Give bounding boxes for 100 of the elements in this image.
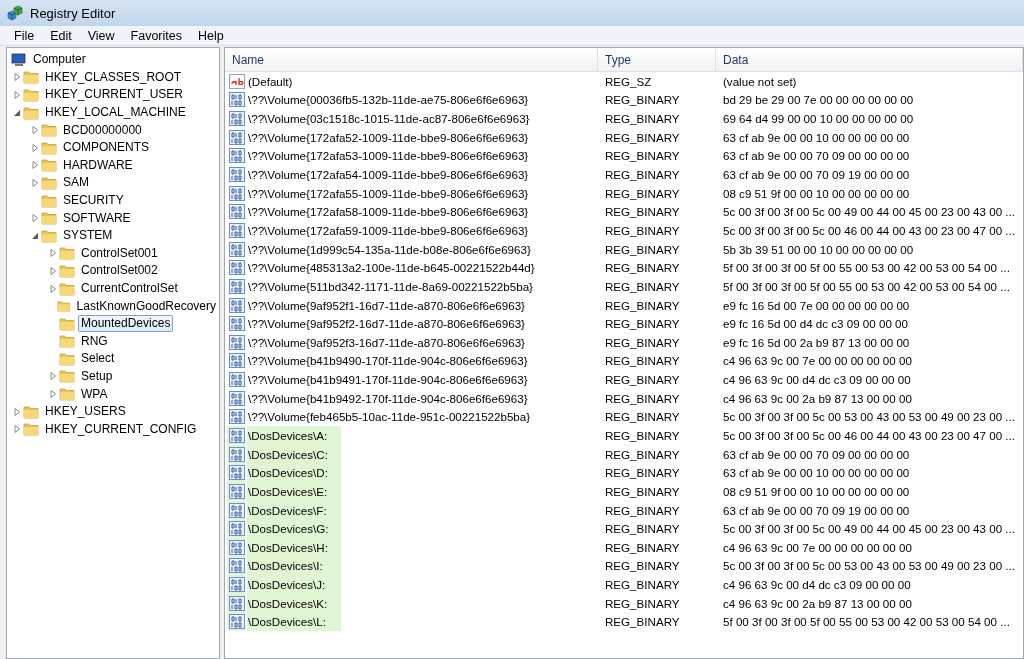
tree-item[interactable]: SECURITY	[60, 192, 127, 210]
value-type: REG_BINARY	[604, 316, 681, 333]
binary-value-icon	[229, 428, 245, 443]
expand-arrow-icon[interactable]	[47, 247, 59, 260]
expand-arrow-icon[interactable]	[11, 71, 23, 84]
expand-arrow-icon[interactable]	[47, 264, 59, 277]
value-name[interactable]: \DosDevices\E:	[247, 482, 341, 501]
expand-arrow-icon[interactable]	[47, 370, 59, 383]
expand-arrow-icon[interactable]	[29, 159, 41, 172]
menu-item[interactable]: View	[79, 28, 123, 43]
tree-item[interactable]: ControlSet001	[78, 244, 161, 262]
value-name[interactable]: \??\Volume{172afa58-1009-11de-bbe9-806e6f6e6963}	[247, 202, 529, 222]
binary-value-icon	[229, 446, 245, 462]
tree-item[interactable]: HARDWARE	[60, 156, 136, 174]
value-name[interactable]: \??\Volume{172afa53-1009-11de-bbe9-806e6f6e6963}	[247, 146, 529, 166]
tree-item[interactable]: BCD00000000	[60, 121, 145, 139]
value-type: REG_BINARY	[604, 614, 681, 631]
tree-item[interactable]: MountedDevices	[78, 315, 174, 333]
expand-arrow-icon[interactable]	[29, 212, 41, 225]
tree-item[interactable]: Select	[78, 350, 118, 368]
folder-icon	[57, 299, 71, 314]
tree-item[interactable]: HKEY_CLASSES_ROOT	[42, 68, 185, 86]
tree-item[interactable]: SAM	[60, 174, 92, 192]
binary-value-icon	[229, 521, 245, 537]
tree-item[interactable]: CurrentControlSet	[78, 280, 181, 297]
value-name[interactable]: \DosDevices\J:	[247, 575, 341, 594]
folder-icon	[59, 351, 75, 366]
tree-item[interactable]: HKEY_LOCAL_MACHINE	[42, 104, 189, 122]
tree-item[interactable]: Computer	[30, 51, 89, 69]
binary-value-icon	[229, 204, 245, 220]
value-name[interactable]: \DosDevices\H:	[247, 538, 341, 557]
value-type: REG_BINARY	[604, 129, 681, 146]
value-name[interactable]: \??\Volume{b41b9491-170f-11de-904c-806e6f6e6963}	[247, 370, 528, 389]
tree-item[interactable]: SYSTEM	[60, 227, 116, 245]
binary-value-icon	[229, 297, 245, 313]
column-header[interactable]: Name	[225, 48, 598, 72]
value-data: 08 c9 51 9f 00 00 10 00 00 00 00 00	[722, 483, 911, 500]
menu-item[interactable]: Help	[190, 28, 232, 43]
value-data: c4 96 63 9c 00 7e 00 00 00 00 00 00	[722, 539, 913, 556]
binary-value-icon	[229, 260, 245, 276]
value-data: 5c 00 3f 00 3f 00 5c 00 49 00 44 00 45 00 23 00 43 00 ...	[722, 204, 1016, 221]
folder-icon	[23, 105, 39, 120]
column-header[interactable]: Data	[716, 48, 1023, 72]
value-name[interactable]: \DosDevices\D:	[247, 463, 341, 483]
value-name[interactable]: \??\Volume{03c1518c-1015-11de-ac87-806e6f6e6963}	[247, 109, 530, 128]
value-name[interactable]: \??\Volume{172afa59-1009-11de-bbe9-806e6f6e6963}	[247, 221, 529, 240]
value-name[interactable]: \??\Volume{9af952f3-16d7-11de-a870-806e6f6e6963}	[247, 332, 525, 352]
value-name[interactable]: \??\Volume{511bd342-1171-11de-8a69-00221522b5ba}	[247, 277, 533, 296]
value-name[interactable]: \DosDevices\A:	[247, 426, 341, 445]
value-type: REG_BINARY	[604, 502, 681, 519]
binary-value-icon	[229, 483, 245, 499]
tree-item[interactable]: HKEY_CURRENT_CONFIG	[42, 420, 200, 438]
binary-value-icon	[229, 390, 245, 406]
tree-item[interactable]: Setup	[78, 368, 116, 385]
tree-item[interactable]: HKEY_USERS	[42, 403, 129, 421]
value-name[interactable]: \??\Volume{172afa55-1009-11de-bbe9-806e6f6e6963}	[247, 183, 529, 203]
value-name[interactable]: \??\Volume{1d999c54-135a-11de-b08e-806e6f6e6963}	[247, 239, 531, 259]
value-name[interactable]: \??\Volume{172afa52-1009-11de-bbe9-806e6f6e6963}	[247, 127, 529, 147]
folder-icon	[23, 404, 39, 419]
expand-arrow-icon[interactable]	[47, 282, 59, 295]
tree-item[interactable]: ControlSet002	[78, 262, 161, 280]
value-data: 63 cf ab 9e 00 00 70 09 00 00 00 00	[722, 446, 911, 463]
column-header[interactable]: Type	[598, 48, 716, 72]
menu-item[interactable]: File	[6, 28, 43, 43]
expand-arrow-icon[interactable]	[47, 388, 59, 401]
tree-item[interactable]: RNG	[78, 332, 111, 350]
tree-item[interactable]: COMPONENTS	[60, 139, 152, 157]
value-type: REG_BINARY	[604, 539, 681, 556]
tree-item[interactable]: LastKnownGoodRecovery	[73, 297, 219, 315]
tree-item[interactable]: WPA	[78, 385, 111, 403]
value-type: REG_BINARY	[604, 204, 681, 221]
folder-icon	[59, 263, 75, 278]
folder-icon	[59, 246, 75, 261]
expand-arrow-icon[interactable]	[29, 141, 41, 154]
value-name[interactable]: \??\Volume{485313a2-100e-11de-b645-00221522b44d}	[247, 258, 535, 278]
value-name[interactable]: \??\Volume{172afa54-1009-11de-bbe9-806e6f6e6963}	[247, 165, 529, 184]
expand-arrow-icon[interactable]	[11, 89, 23, 101]
value-name[interactable]: \??\Volume{9af952f2-16d7-11de-a870-806e6f6e6963}	[247, 314, 525, 333]
value-name[interactable]: \??\Volume{b41b9490-170f-11de-904c-806e6f6e6963}	[247, 351, 528, 371]
expand-arrow-icon[interactable]	[29, 124, 41, 137]
value-name[interactable]: \??\Volume{00036fb5-132b-11de-ae75-806e6f6e6963}	[247, 90, 529, 110]
value-type: REG_BINARY	[604, 558, 681, 575]
value-data: 5b 3b 39 51 00 00 10 00 00 00 00 00	[722, 241, 915, 258]
value-name[interactable]: \??\Volume{feb465b5-10ac-11de-951c-00221522b5ba}	[247, 407, 531, 427]
tree-item[interactable]: HKEY_CURRENT_USER	[42, 86, 187, 104]
expand-arrow-icon[interactable]	[11, 405, 23, 418]
menu-item[interactable]: Edit	[42, 28, 80, 43]
expand-arrow-icon[interactable]	[11, 423, 23, 436]
value-data: (value not set)	[722, 73, 798, 90]
value-name[interactable]: \DosDevices\G:	[247, 519, 341, 538]
binary-value-icon	[229, 465, 245, 481]
value-type: REG_BINARY	[604, 334, 681, 351]
value-name[interactable]: \??\Volume{9af952f1-16d7-11de-a870-806e6f6e6963}	[247, 295, 525, 315]
expand-arrow-icon[interactable]	[29, 176, 41, 189]
tree-item[interactable]: SOFTWARE	[60, 209, 134, 227]
folder-icon	[23, 88, 39, 102]
menu-item[interactable]: Favorites	[122, 28, 190, 43]
value-name[interactable]: \??\Volume{b41b9492-170f-11de-904c-806e6f6e6963}	[247, 388, 528, 408]
value-name[interactable]: (Default)	[247, 72, 293, 91]
binary-value-icon	[229, 353, 245, 369]
